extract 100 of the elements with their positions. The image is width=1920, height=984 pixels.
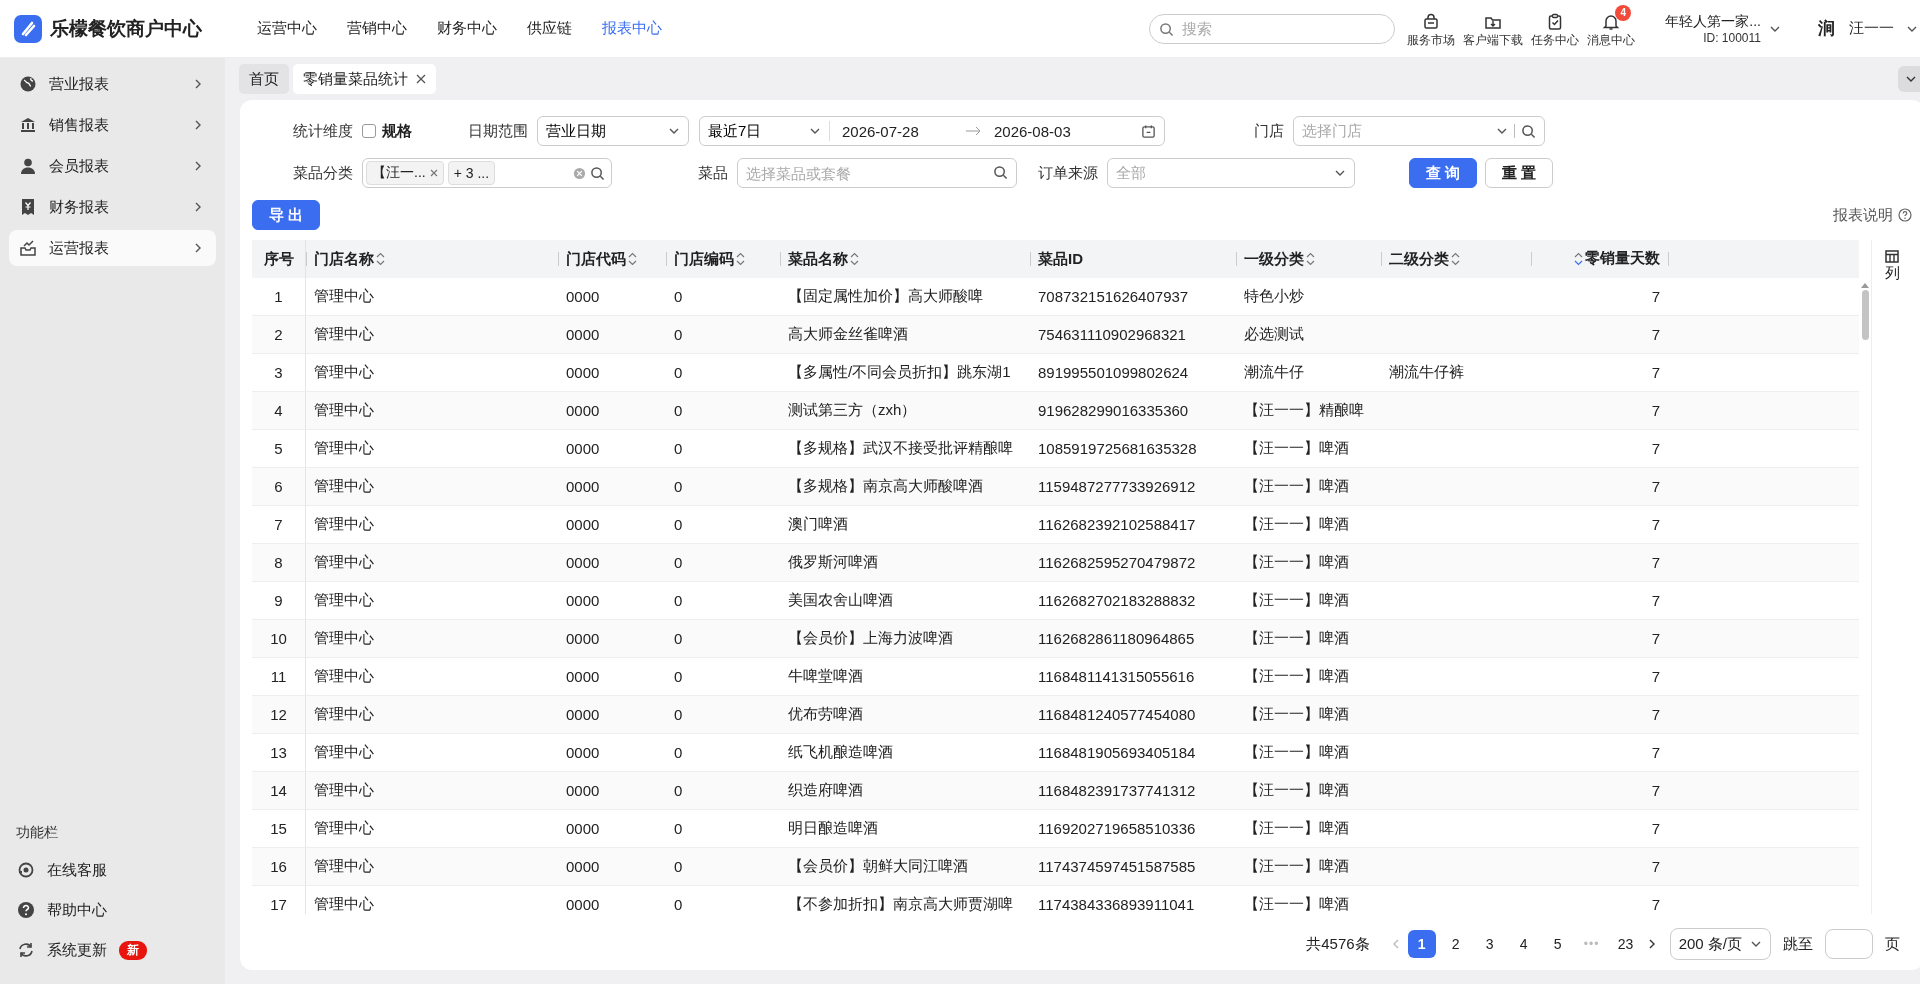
table-cell: 0 (666, 733, 780, 772)
column-header[interactable]: 零销量天数 (1531, 240, 1668, 278)
table-cell: 【多属性/不同会员折扣】跳东湖1 (780, 353, 1030, 392)
nav-tab[interactable]: 运营中心 (244, 13, 330, 44)
table-cell: 7 (1531, 695, 1668, 734)
table-cell: 管理中心 (305, 467, 558, 506)
preset-select[interactable]: 最近7日 (708, 121, 830, 141)
export-button[interactable]: 导 出 (252, 200, 321, 230)
table-cell: 0000 (558, 391, 666, 430)
help-icon (1898, 208, 1912, 222)
column-header[interactable]: 一级分类 (1236, 240, 1381, 278)
checkbox[interactable]: 规格 (362, 121, 412, 141)
table-cell: 0 (666, 695, 780, 734)
table-cell: 0000 (558, 315, 666, 354)
sort-icon[interactable] (850, 252, 859, 266)
column-header[interactable]: 二级分类 (1381, 240, 1531, 278)
column-settings-button[interactable]: 列 (1884, 250, 1900, 283)
toolbar-item[interactable]: 消息中心 4 (1583, 4, 1640, 53)
column-header[interactable]: 菜品名称 (780, 240, 1030, 278)
column-header[interactable]: 门店代码 (558, 240, 666, 278)
sort-icon[interactable] (1451, 252, 1460, 266)
nav-tab[interactable]: 财务中心 (424, 13, 510, 44)
table-cell: 7 (1531, 429, 1668, 468)
category-tag[interactable]: 【汪一... (366, 161, 444, 185)
sort-icon[interactable] (1306, 252, 1315, 266)
sort-icon[interactable] (1574, 251, 1583, 266)
nav-tab[interactable]: 供应链 (514, 13, 585, 44)
table-cell: 织造府啤酒 (780, 771, 1030, 810)
column-header[interactable]: 门店编码 (666, 240, 780, 278)
page-button[interactable]: 4 (1509, 930, 1538, 958)
table-cell: 1159487277733926912 (1030, 467, 1236, 506)
table-cell: 0 (666, 885, 780, 914)
clear-icon[interactable] (573, 166, 586, 180)
table-cell: 919628299016335360 (1030, 391, 1236, 430)
help-link[interactable]: 报表说明 (1833, 205, 1912, 225)
sort-icon[interactable] (376, 252, 385, 266)
sidebar-link[interactable]: 帮助中心 (9, 894, 216, 926)
close-icon[interactable] (429, 169, 438, 177)
page-tab[interactable]: 零销量菜品统计 (293, 64, 436, 94)
category-tag[interactable]: + 3 ... (447, 161, 496, 185)
arrow-right-icon (966, 126, 982, 136)
sidebar-item[interactable]: 运营报表 (9, 230, 216, 266)
table-cell: 管理中心 (305, 391, 558, 430)
scroll-up-icon[interactable] (1861, 282, 1869, 288)
select-field[interactable]: 营业日期 (537, 116, 689, 146)
table-cell: 754631110902968321 (1030, 315, 1236, 354)
toolbar-item[interactable]: 服务市场 (1403, 4, 1460, 53)
toolbar-item[interactable]: 任务中心 (1527, 4, 1584, 53)
table-cell: 0000 (558, 353, 666, 392)
table-cell: 1162682595270479872 (1030, 543, 1236, 582)
table-cell: 【多规格】南京高大师酸啤酒 (780, 467, 1030, 506)
table-cell: 1162682861180964865 (1030, 619, 1236, 658)
close-icon[interactable] (416, 74, 426, 84)
date-range-field[interactable]: 最近7日 2026-07-28 2026-08-03 (699, 116, 1165, 146)
sidebar-item[interactable]: 财务报表 (9, 189, 216, 225)
sidebar-item[interactable]: 营业报表 (9, 66, 216, 102)
nav-tab[interactable]: 营销中心 (334, 13, 420, 44)
table-cell: 0000 (558, 847, 666, 886)
column-header[interactable]: 门店名称 (305, 240, 558, 278)
table-cell: 0 (666, 809, 780, 848)
user-menu[interactable]: 涧 汪一一 (1815, 17, 1920, 40)
table-cell: 0000 (558, 581, 666, 620)
table-cell: 1169202719658510336 (1030, 809, 1236, 848)
page-tab[interactable]: 首页 (239, 64, 289, 94)
table-cell: 7 (1531, 771, 1668, 810)
sidebar-link[interactable]: 系统更新 新 (9, 934, 216, 966)
search-field[interactable]: 搜索 (1149, 13, 1396, 44)
page-size-select[interactable]: 200 条/页 (1669, 928, 1771, 960)
filter-label: 统计维度 (292, 121, 354, 141)
sort-icon[interactable] (736, 252, 745, 266)
page-button[interactable]: 1 (1407, 930, 1436, 958)
page-button[interactable]: 3 (1475, 930, 1504, 958)
table-cell: 0000 (558, 278, 666, 316)
search-field[interactable]: 选择菜品或套餐 (737, 158, 1017, 188)
toolbar-item[interactable]: 客户端下载 (1459, 4, 1528, 53)
table-cell: 1 (252, 278, 306, 316)
nav-tab[interactable]: 报表中心 (589, 13, 675, 44)
table-cell: 7 (1531, 315, 1668, 354)
query-button[interactable]: 查 询 (1409, 158, 1478, 188)
page-button[interactable]: 2 (1441, 930, 1470, 958)
bell-icon (1602, 12, 1621, 31)
account-switcher[interactable]: 年轻人第一家... ID: 100011 (1655, 12, 1791, 45)
tabs-dropdown-button[interactable] (1898, 66, 1920, 92)
table-cell: 4 (252, 391, 306, 430)
sidebar-link[interactable]: 在线客服 (9, 854, 216, 886)
table-cell: 【不参加折扣】南京高大师贾湖啤 (780, 885, 1030, 914)
sort-icon[interactable] (628, 252, 637, 266)
sidebar-item[interactable]: 销售报表 (9, 107, 216, 143)
tag-select-field[interactable]: 【汪一... + 3 ... (362, 158, 612, 188)
page-jump-field[interactable] (1825, 929, 1873, 959)
app-title: 乐檬餐饮商户中心 (50, 16, 202, 41)
page-button[interactable]: 23 (1611, 930, 1640, 958)
page-button[interactable]: 5 (1543, 930, 1572, 958)
reset-button[interactable]: 重 置 (1485, 158, 1554, 188)
table-cell: 0 (666, 619, 780, 658)
filter-label: 门店 (1253, 121, 1285, 141)
checkbox-square[interactable] (362, 124, 376, 138)
sidebar-item[interactable]: 会员报表 (9, 148, 216, 184)
table-cell: 0 (666, 581, 780, 620)
table-cell: 管理中心 (305, 353, 558, 392)
